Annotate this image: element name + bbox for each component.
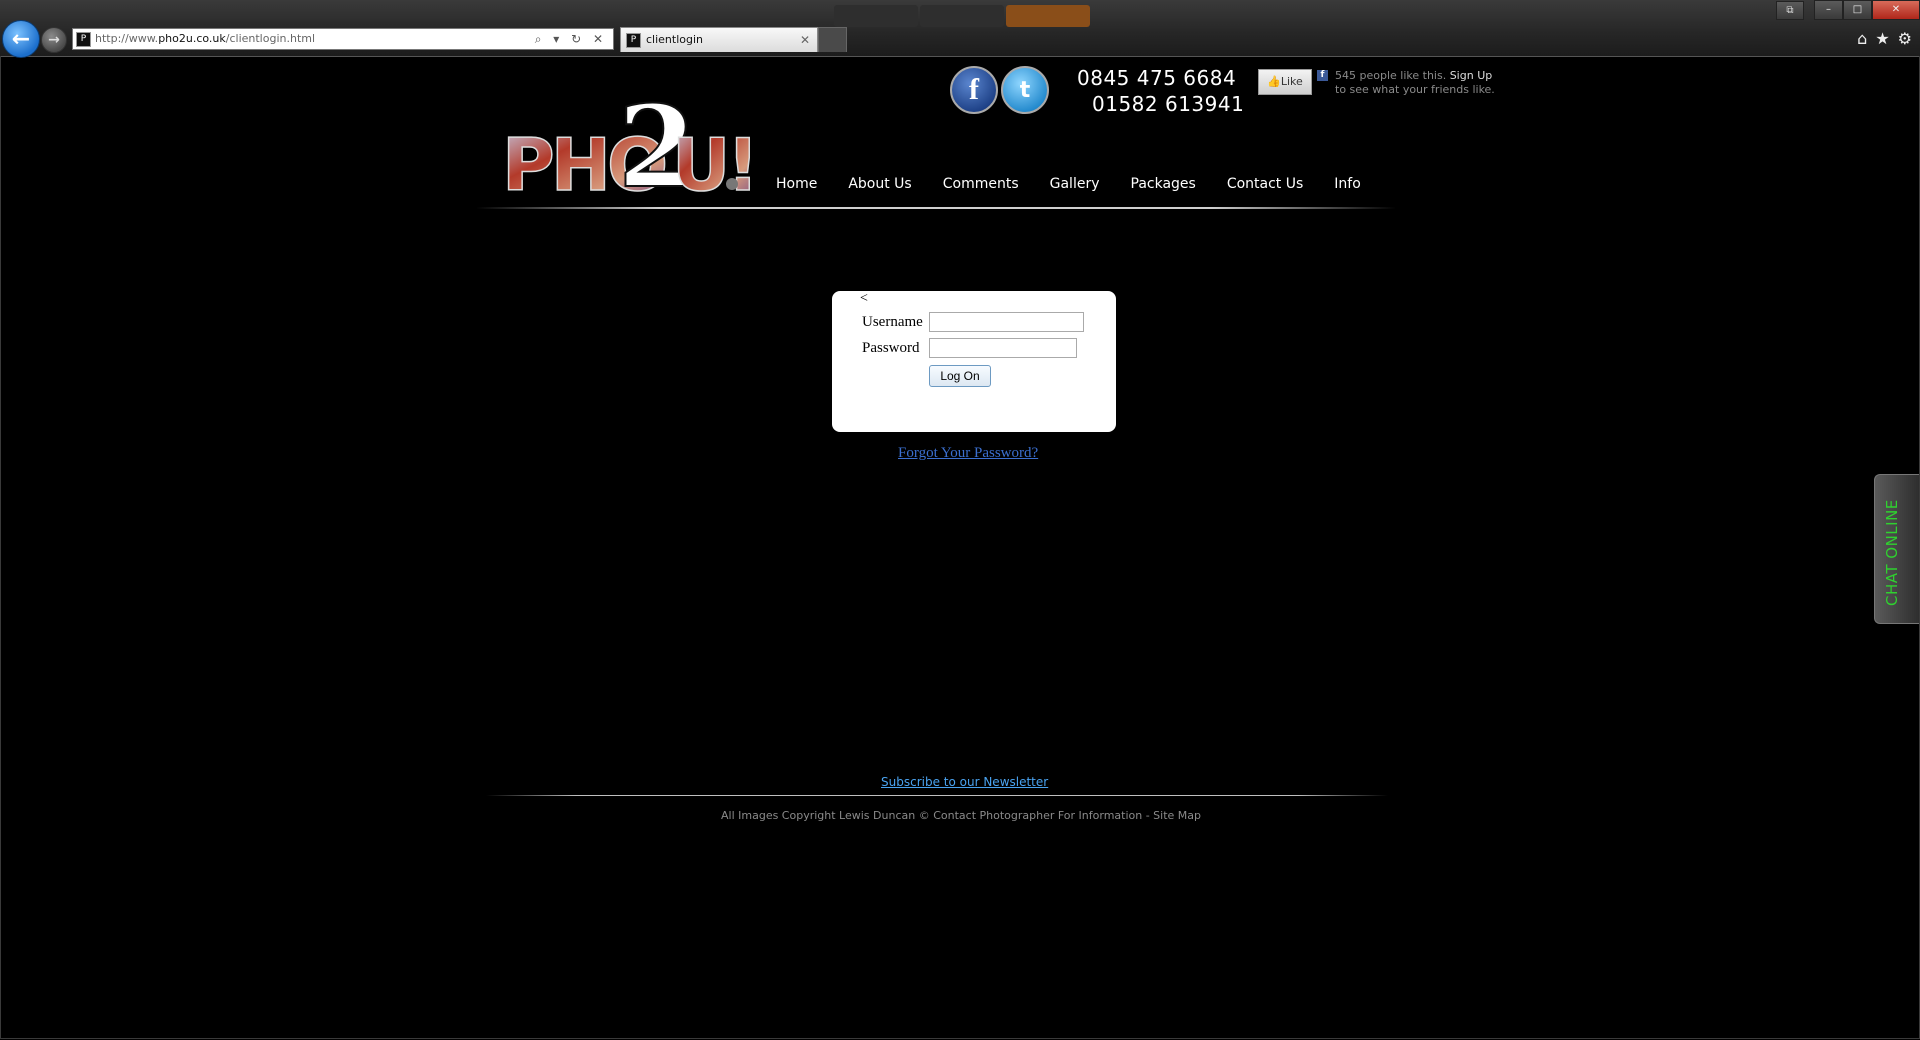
main-navigation: Home About Us Comments Gallery Packages … (776, 176, 1392, 192)
back-arrow-icon: ← (11, 26, 31, 52)
log-on-button[interactable]: Log On (929, 365, 991, 387)
like-subtext: to see what your friends like. (1335, 83, 1495, 96)
header-divider (476, 207, 1396, 209)
facebook-icon[interactable]: f (950, 66, 998, 114)
nav-contact-us[interactable]: Contact Us (1227, 176, 1303, 192)
newsletter-link[interactable]: Subscribe to our Newsletter (881, 775, 1048, 789)
login-panel: < Username Password Log On (832, 291, 1116, 432)
facebook-small-icon: f (1317, 70, 1328, 81)
minimize-button[interactable]: – (1814, 0, 1843, 20)
tab-title: clientlogin (646, 33, 704, 46)
address-controls[interactable]: ⌕ ▾ ↻ ✕ (535, 29, 607, 49)
footer-divider (486, 795, 1388, 796)
address-bar[interactable]: P http://www.pho2u.co.uk/clientlogin.htm… (72, 28, 614, 50)
window-thumbnail-strip (834, 5, 1090, 27)
username-input[interactable] (929, 312, 1084, 332)
close-window-button[interactable]: ✕ (1872, 0, 1920, 20)
maximize-button[interactable]: □ (1843, 0, 1872, 20)
twitter-icon[interactable]: t (1001, 66, 1049, 114)
copyright-text: All Images Copyright Lewis Duncan © Cont… (721, 809, 1202, 822)
signup-link[interactable]: Sign Up (1450, 69, 1493, 82)
window-controls: – □ ✕ (1814, 0, 1920, 20)
svg-text:U!: U! (672, 123, 750, 204)
nav-home[interactable]: Home (776, 176, 817, 192)
facebook-like-button[interactable]: 👍Like (1258, 69, 1312, 95)
star-icon[interactable]: ★ (1875, 29, 1889, 48)
thumbs-up-icon: 👍 (1267, 75, 1281, 88)
ghost-tab-active (1006, 5, 1090, 27)
url-prefix: http://www. (95, 32, 159, 45)
like-count-text: 545 people like this. Sign Up to see wha… (1335, 69, 1495, 97)
new-tab-button[interactable] (818, 27, 847, 52)
browser-toolbar: ← → P http://www.pho2u.co.uk/clientlogin… (0, 0, 1920, 58)
address-url[interactable]: http://www.pho2u.co.uk/clientlogin.html (95, 29, 315, 49)
username-label: Username (862, 314, 923, 330)
gear-icon[interactable]: ⚙ (1898, 29, 1912, 48)
phone-number-secondary: 01582 613941 (1092, 92, 1245, 116)
forgot-password-link[interactable]: Forgot Your Password? (898, 445, 1038, 462)
site-favicon: P (76, 32, 91, 47)
tab-favicon: P (626, 33, 641, 48)
pho2u-logo[interactable]: PHO 2 U! (500, 86, 750, 204)
browser-tool-icons: ⌂ ★ ⚙ (1857, 29, 1912, 48)
like-count: 545 people like this. (1335, 69, 1447, 82)
chat-online-tab[interactable]: CHAT ONLINE (1874, 474, 1919, 624)
forward-arrow-icon: → (48, 32, 60, 48)
nav-gallery[interactable]: Gallery (1050, 176, 1100, 192)
ghost-tab (920, 5, 1004, 27)
nav-info[interactable]: Info (1334, 176, 1361, 192)
stray-character: < (860, 291, 868, 306)
snap-icon[interactable]: ⧉ (1776, 1, 1804, 20)
chat-online-label: CHAT ONLINE (1883, 499, 1901, 606)
url-path: /clientlogin.html (225, 32, 316, 45)
nav-about-us[interactable]: About Us (848, 176, 911, 192)
password-input[interactable] (929, 338, 1077, 358)
page-viewport (0, 56, 1920, 1039)
password-label: Password (862, 340, 920, 356)
url-domain: pho2u.co.uk (158, 32, 226, 45)
browser-tab-active[interactable]: P clientlogin ✕ (620, 27, 818, 52)
back-button[interactable]: ← (2, 20, 40, 58)
nav-packages[interactable]: Packages (1131, 176, 1196, 192)
like-label: Like (1280, 75, 1303, 88)
ghost-tab (834, 5, 918, 27)
phone-number-primary: 0845 475 6684 (1077, 66, 1237, 90)
forward-button[interactable]: → (41, 27, 67, 53)
nav-comments[interactable]: Comments (943, 176, 1019, 192)
tab-close-icon[interactable]: ✕ (800, 28, 810, 52)
home-icon[interactable]: ⌂ (1857, 29, 1867, 48)
